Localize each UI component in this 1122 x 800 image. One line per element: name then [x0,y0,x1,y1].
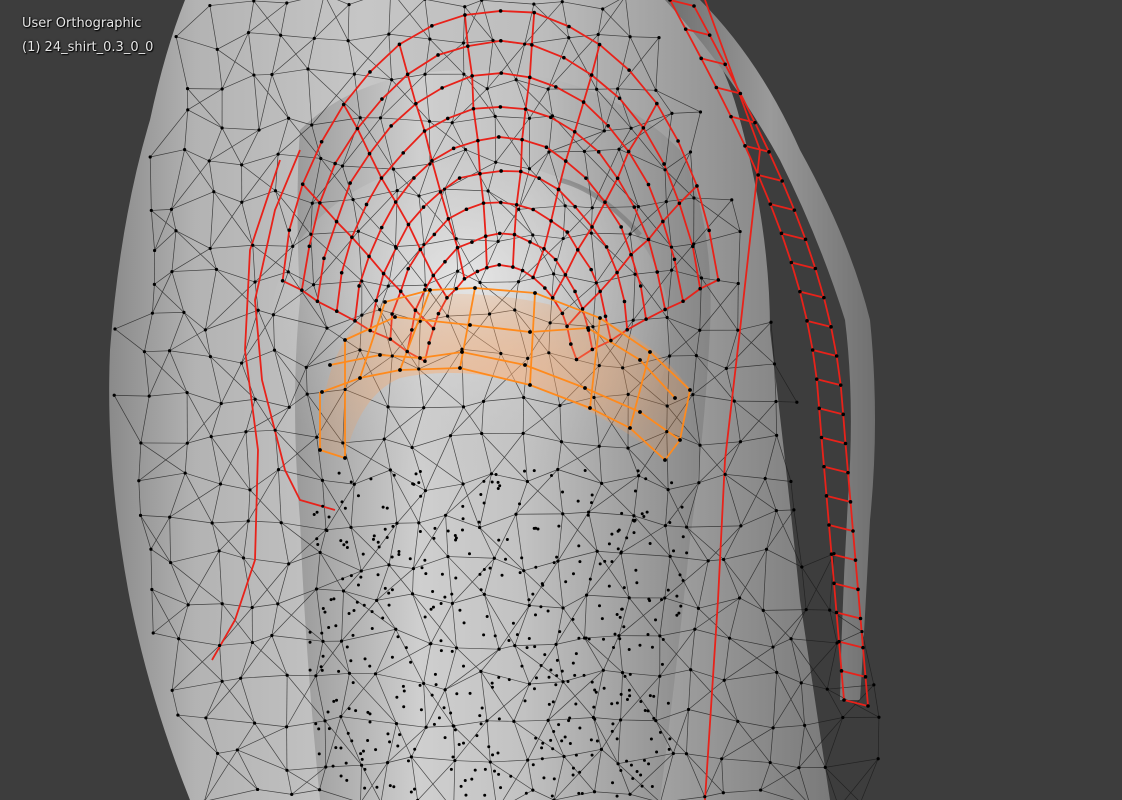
active-object-label: (1) 24_shirt_0.3_0_0 [22,40,154,55]
viewport-canvas[interactable] [0,0,1122,800]
3d-viewport[interactable]: User Orthographic (1) 24_shirt_0.3_0_0 [0,0,1122,800]
view-name-label: User Orthographic [22,16,142,31]
